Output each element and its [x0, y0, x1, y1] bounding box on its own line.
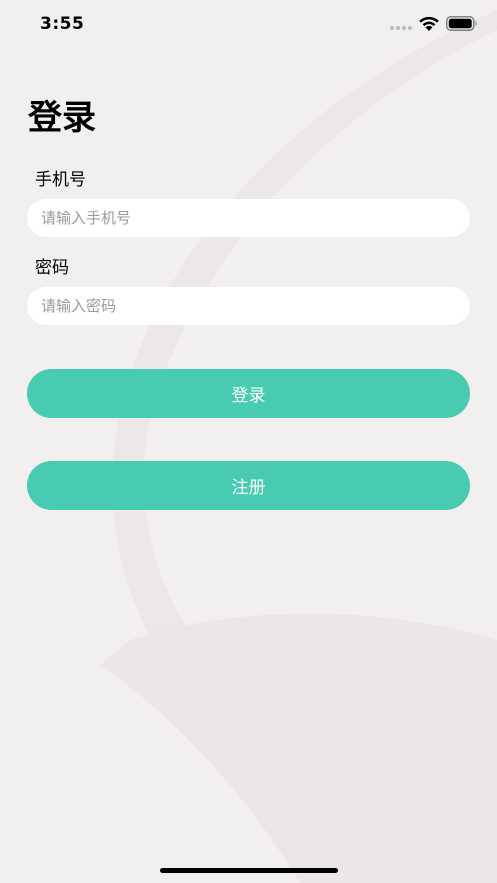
signal-dots-icon [390, 26, 414, 32]
status-bar: 3:55 [0, 0, 497, 50]
phone-input[interactable] [27, 199, 470, 237]
phone-label: 手机号 [35, 170, 86, 190]
password-input[interactable] [27, 287, 470, 325]
home-indicator [160, 868, 338, 873]
status-time: 3:55 [40, 14, 85, 34]
password-label: 密码 [35, 258, 69, 278]
battery-icon [446, 16, 477, 31]
wifi-icon [419, 16, 439, 31]
login-button[interactable]: 登录 [27, 369, 470, 418]
register-button[interactable]: 注册 [27, 461, 470, 510]
page-title: 登录 [28, 98, 96, 138]
